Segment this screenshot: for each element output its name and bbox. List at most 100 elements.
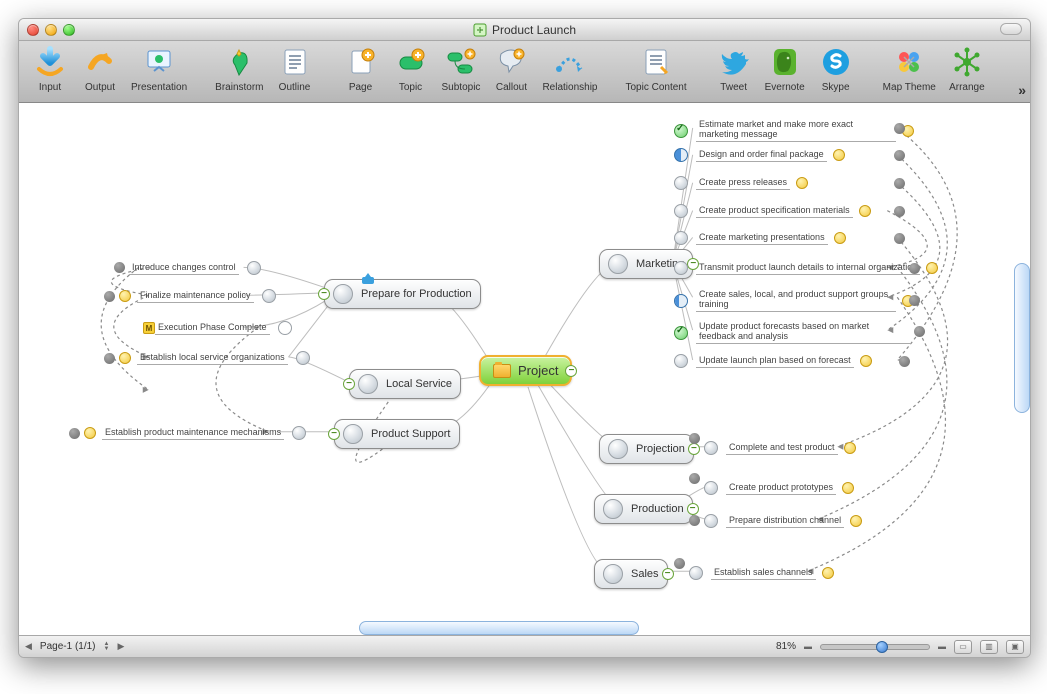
expander-icon[interactable]: − (688, 443, 700, 455)
leaf-pj-complete[interactable]: Complete and test product (704, 441, 856, 455)
status-circle-icon (608, 254, 628, 274)
expander-icon[interactable]: − (662, 568, 674, 580)
page-stepper[interactable]: ▲▼ (104, 642, 110, 652)
page-indicator: Page-1 (1/1) (40, 641, 96, 652)
minimize-button[interactable] (45, 24, 57, 36)
zoom-button[interactable] (63, 24, 75, 36)
leaf-s-channels[interactable]: Establish sales channels (689, 566, 834, 580)
node-productsupport[interactable]: Product Support − (334, 419, 460, 449)
view-mode-button-1[interactable]: ▭ (954, 640, 972, 654)
zoom-slider-knob[interactable] (876, 641, 888, 653)
toolbar-overflow-button[interactable]: » (1018, 82, 1026, 98)
leaf-establish-sv[interactable]: Establish local service organizations (119, 351, 310, 365)
clock-icon (119, 290, 131, 302)
expander-icon[interactable]: − (687, 503, 699, 515)
relationship-dot (909, 295, 920, 306)
maptheme-button[interactable]: Map Theme (877, 43, 942, 93)
skype-button[interactable]: Skype (811, 43, 861, 93)
status-circle-icon (278, 321, 292, 335)
node-project[interactable]: Project − (479, 355, 572, 386)
node-projection[interactable]: Projection − (599, 434, 694, 464)
zoom-out-button[interactable]: ▬ (804, 642, 812, 651)
scrollbar-horizontal[interactable] (359, 621, 639, 635)
relationship-dot (104, 291, 115, 302)
outline-icon (276, 43, 314, 81)
leaf-execution[interactable]: Execution Phase Complete M (139, 321, 292, 335)
status-circle-icon (262, 289, 276, 303)
toolbar-toggle-button[interactable] (1000, 23, 1022, 35)
page-button[interactable]: Page (336, 43, 386, 93)
status-circle-icon (689, 566, 703, 580)
window-title-text: Product Launch (492, 23, 576, 37)
leaf-label: Establish product maintenance mechanisms (102, 427, 284, 440)
leaf-m-training[interactable]: Create sales, local, and product support… (674, 289, 914, 312)
brainstorm-button[interactable]: Brainstorm (209, 43, 269, 93)
expander-icon[interactable]: − (343, 378, 355, 390)
document-icon (473, 23, 487, 37)
node-localservice[interactable]: Local Service − (349, 369, 461, 399)
leaf-label: Introduce changes control (129, 262, 239, 275)
evernote-button[interactable]: Evernote (759, 43, 811, 93)
presentation-icon (140, 43, 178, 81)
expander-icon[interactable]: − (565, 365, 577, 377)
relationship-icon (551, 43, 589, 81)
subtopic-icon (442, 43, 480, 81)
scrollbar-vertical[interactable] (1014, 263, 1030, 413)
callout-button[interactable]: Callout (486, 43, 536, 93)
node-label: Local Service (386, 378, 452, 390)
expander-icon[interactable]: − (318, 288, 330, 300)
next-page-button[interactable]: ▶ (117, 641, 124, 652)
relationship-dot (894, 178, 905, 189)
node-sales[interactable]: Sales − (594, 559, 668, 589)
clock-icon (834, 232, 846, 244)
leaf-m-forecasts[interactable]: Update product forecasts based on market… (674, 321, 911, 344)
clock-icon (842, 482, 854, 494)
subtopic-button[interactable]: Subtopic (436, 43, 487, 93)
leaf-m-presentations[interactable]: Create marketing presentations (674, 231, 846, 245)
close-button[interactable] (27, 24, 39, 36)
page-icon (342, 43, 380, 81)
tweet-button[interactable]: Tweet (709, 43, 759, 93)
topiccontent-button[interactable]: Topic Content (619, 43, 692, 93)
status-circle-icon (603, 564, 623, 584)
outline-button[interactable]: Outline (270, 43, 320, 93)
leaf-m-transmit[interactable]: Transmit product launch details to inter… (674, 261, 938, 275)
leaf-establish-pm[interactable]: Establish product maintenance mechanisms (84, 426, 306, 440)
zoom-slider[interactable] (820, 644, 930, 650)
leaf-m-launchplan[interactable]: Update launch plan based on forecast (674, 354, 872, 368)
node-label: Prepare for Production (361, 288, 472, 300)
input-button[interactable]: Input (25, 43, 75, 93)
leaf-label: Create marketing presentations (696, 232, 828, 245)
leaf-pr-proto[interactable]: Create product prototypes (704, 481, 854, 495)
node-production[interactable]: Production − (594, 494, 693, 524)
leaf-m-spec[interactable]: Create product specification materials (674, 204, 871, 218)
canvas[interactable]: Project − Prepare for Production − Local… (19, 103, 1030, 635)
half-progress-icon (674, 148, 688, 162)
status-circle-icon (704, 514, 718, 528)
view-mode-button-2[interactable]: ▥ (980, 640, 998, 654)
status-circle-icon (704, 481, 718, 495)
leaf-label: Establish local service organizations (137, 352, 288, 365)
leaf-m-press[interactable]: Create press releases (674, 176, 808, 190)
relationship-button[interactable]: Relationship (536, 43, 603, 93)
leaf-introduce[interactable]: Introduce changes control (129, 261, 261, 275)
node-prepare[interactable]: Prepare for Production − (324, 279, 481, 309)
arrange-button[interactable]: Arrange (942, 43, 992, 93)
zoom-in-button[interactable]: ▬ (938, 642, 946, 651)
status-circle-icon (343, 424, 363, 444)
prev-page-button[interactable]: ◀ (25, 641, 32, 652)
view-mode-button-3[interactable]: ▣ (1006, 640, 1024, 654)
topic-button[interactable]: Topic (386, 43, 436, 93)
clock-icon (859, 205, 871, 217)
leaf-m-design[interactable]: Design and order final package (674, 148, 845, 162)
leaf-m-estimate[interactable]: Estimate market and make more exact mark… (674, 119, 914, 142)
presentation-button[interactable]: Presentation (125, 43, 193, 93)
output-button[interactable]: Output (75, 43, 125, 93)
clock-icon (84, 427, 96, 439)
tweet-icon (715, 43, 753, 81)
clock-icon (850, 515, 862, 527)
leaf-finalize[interactable]: Finalize maintenance policy (119, 289, 276, 303)
leaf-label: Estimate market and make more exact mark… (696, 119, 896, 142)
expander-icon[interactable]: − (328, 428, 340, 440)
leaf-pr-dist[interactable]: Prepare distribution channel (704, 514, 862, 528)
